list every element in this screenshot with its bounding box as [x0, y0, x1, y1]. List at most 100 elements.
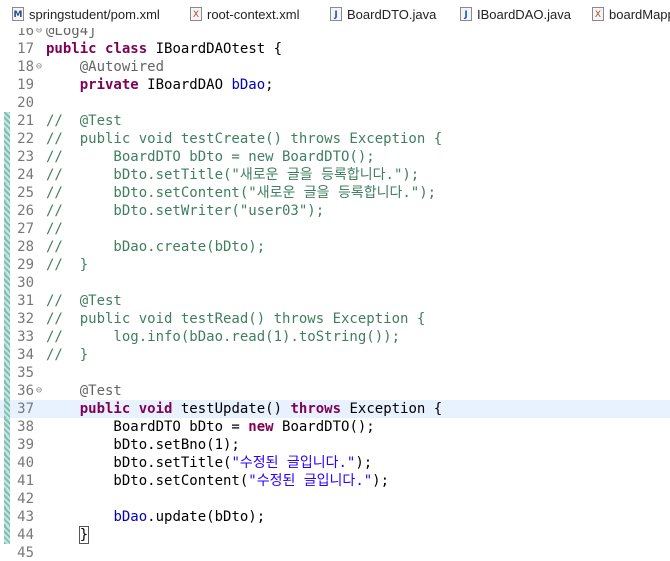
code-line[interactable]: 35	[0, 364, 670, 382]
code-token: // log.info(bDao.read(1).toString());	[46, 329, 401, 345]
code-text: private IBoardDAO bDao;	[46, 76, 274, 94]
code-token: void	[138, 401, 173, 417]
code-line[interactable]: 20	[0, 94, 670, 112]
line-number: 33	[17, 329, 34, 345]
code-token: // bDto.setContent("새로운 글을 등록합니다.");	[46, 185, 437, 201]
code-line[interactable]: 42	[0, 490, 670, 508]
code-text: @Test	[46, 382, 122, 400]
code-line[interactable]: 18 ⊖ @Autowired	[0, 58, 670, 76]
code-line[interactable]: 30	[0, 274, 670, 292]
line-number: 39	[17, 437, 34, 453]
code-line[interactable]: 32 // public void testRead() throws Excep…	[0, 310, 670, 328]
code-line[interactable]: 16 ⊖ @Log4j	[0, 28, 670, 40]
code-token: testUpdate()	[172, 401, 291, 417]
code-text: // @Test	[46, 112, 122, 130]
line-number: 32	[17, 311, 34, 327]
code-line[interactable]: 29 // }	[0, 256, 670, 274]
code-token: // bDao.create(bDto);	[46, 239, 266, 255]
line-number: 23	[17, 149, 34, 165]
line-number: 42	[17, 491, 34, 507]
line-number: 41	[17, 473, 34, 489]
code-line[interactable]: 27 //	[0, 220, 670, 238]
code-text: public class IBoardDAOtest {	[46, 40, 282, 58]
code-text: }	[46, 526, 90, 544]
code-line[interactable]: 22 // public void testCreate() throws Exc…	[0, 130, 670, 148]
code-text: BoardDTO bDto = new BoardDTO();	[46, 418, 374, 436]
line-number: 16	[17, 28, 34, 39]
code-token: // }	[46, 347, 89, 363]
code-line[interactable]: 38 BoardDTO bDto = new BoardDTO();	[0, 418, 670, 436]
code-token: // bDto.setTitle("새로운 글을 등록합니다.");	[46, 167, 420, 183]
code-line[interactable]: 45	[0, 544, 670, 561]
tab-iboarddao-java[interactable]: J IBoardDAO.java	[460, 0, 571, 28]
line-number: 26	[17, 203, 34, 219]
tab-label: BoardDTO.java	[347, 6, 437, 22]
code-line[interactable]: 26 // bDto.setWriter("user03");	[0, 202, 670, 220]
code-token: ;	[265, 77, 274, 93]
line-number: 38	[17, 419, 34, 435]
code-line[interactable]: 41 bDto.setContent("수정된 글입니다.");	[0, 472, 670, 490]
code-text: // }	[46, 256, 88, 274]
code-line[interactable]: 21 // @Test	[0, 112, 670, 130]
code-token: IBoardDAOtest {	[147, 41, 283, 57]
code-text: // BoardDTO bDto = new BoardDTO();	[46, 148, 375, 166]
code-text: public void testUpdate() throws Exceptio…	[46, 400, 442, 418]
code-line[interactable]: 23 // BoardDTO bDto = new BoardDTO();	[0, 148, 670, 166]
code-line[interactable]: 31 // @Test	[0, 292, 670, 310]
code-token: );	[372, 473, 390, 489]
line-number: 30	[17, 275, 34, 291]
code-text: // public void testCreate() throws Excep…	[46, 130, 442, 148]
code-token: new	[248, 419, 274, 435]
line-number: 24	[17, 167, 34, 183]
code-token: bDto.setTitle(	[46, 455, 232, 471]
code-line[interactable]: 17 public class IBoardDAOtest {	[0, 40, 670, 58]
tab-root-context-xml[interactable]: Xroot-context.xml	[190, 0, 299, 28]
tab-boardmappe[interactable]: XboardMappe	[592, 0, 670, 28]
tab-boarddto-java[interactable]: J BoardDTO.java	[330, 0, 436, 28]
fold-collapse-icon[interactable]: ⊖	[34, 28, 44, 40]
code-line[interactable]: 34 // }	[0, 346, 670, 364]
code-line[interactable]: 37 public void testUpdate() throws Excep…	[0, 400, 670, 418]
code-line[interactable]: 25 // bDto.setContent("새로운 글을 등록합니다.");	[0, 184, 670, 202]
code-token: // BoardDTO bDto = new BoardDTO();	[46, 149, 375, 165]
fold-collapse-icon[interactable]: ⊖	[34, 382, 44, 400]
code-token: //	[46, 221, 63, 237]
code-line[interactable]: 36 ⊖ @Test	[0, 382, 670, 400]
line-number: 27	[17, 221, 34, 237]
code-token: // bDto.setWriter("user03");	[46, 203, 325, 219]
code-line[interactable]: 24 // bDto.setTitle("새로운 글을 등록합니다.");	[0, 166, 670, 184]
code-token: );	[355, 455, 373, 471]
code-line[interactable]: 19 private IBoardDAO bDao;	[0, 76, 670, 94]
code-token: // public void testCreate() throws Excep…	[46, 131, 443, 147]
java-file-icon: J	[330, 7, 342, 21]
code-token: public	[79, 401, 131, 417]
code-line[interactable]: 40 bDto.setTitle("수정된 글입니다.");	[0, 454, 670, 472]
code-token: bDao	[231, 77, 266, 93]
line-number: 35	[17, 365, 34, 381]
code-text: // public void testRead() throws Excepti…	[46, 310, 425, 328]
fold-collapse-icon[interactable]: ⊖	[34, 58, 44, 76]
code-text: @Autowired	[46, 58, 164, 76]
code-line[interactable]: 44 }	[0, 526, 670, 544]
line-number: 40	[17, 455, 34, 471]
code-token: bDao	[113, 509, 148, 525]
tab-label: springstudent/pom.xml	[29, 6, 160, 22]
code-editor[interactable]: 16 ⊖ @Log4j 17 public class IBoardDAOtest {1…	[0, 28, 670, 561]
code-token: // @Test	[46, 293, 122, 309]
code-token: "수정된 글입니다."	[248, 473, 373, 489]
code-token: class	[105, 41, 148, 57]
code-line[interactable]: 33 // log.info(bDao.read(1).toString());	[0, 328, 670, 346]
xml-file-icon: X	[190, 7, 202, 21]
code-line[interactable]: 43 bDao.update(bDto);	[0, 508, 670, 526]
tab-label: IBoardDAO.java	[477, 6, 571, 22]
tab-springstudent-pom-xml[interactable]: Mspringstudent/pom.xml	[12, 0, 160, 28]
code-line[interactable]: 28 // bDao.create(bDto);	[0, 238, 670, 256]
code-token: // @Test	[46, 113, 122, 129]
code-line[interactable]: 39 bDto.setBno(1);	[0, 436, 670, 454]
